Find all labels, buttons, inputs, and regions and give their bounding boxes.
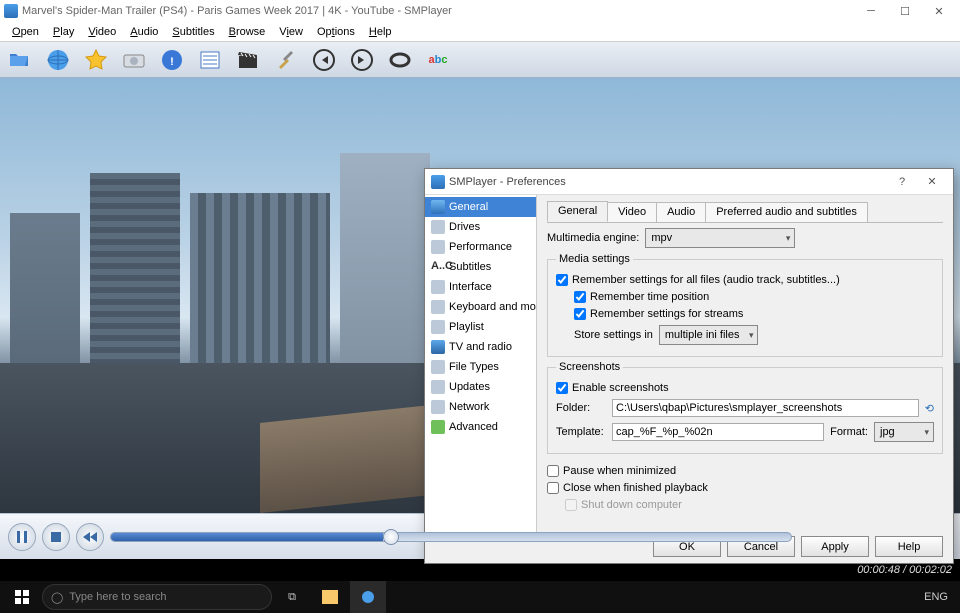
remember-all-check[interactable]: Remember settings for all files (audio t… [556, 274, 840, 286]
enable-screenshots-check[interactable]: Enable screenshots [556, 382, 669, 394]
time-display: 00:00:48 / 00:02:02 [857, 564, 952, 576]
screenshots-group: Screenshots Enable screenshots Folder: ⟲… [547, 361, 943, 454]
tab-audio[interactable]: Audio [656, 202, 706, 222]
format-label: Format: [830, 426, 868, 438]
explorer-icon[interactable] [312, 581, 348, 613]
remember-streams-check[interactable]: Remember settings for streams [574, 308, 743, 320]
nav-updates[interactable]: Updates [425, 377, 536, 397]
shutdown-check: Shut down computer [565, 499, 682, 511]
nav-general[interactable]: General [425, 197, 536, 217]
maximize-button[interactable]: ☐ [888, 0, 922, 22]
nav-performance[interactable]: Performance [425, 237, 536, 257]
prefs-nav: General Drives Performance A..CSubtitles… [425, 195, 537, 535]
store-label: Store settings in [574, 329, 653, 341]
cortana-icon: ◯ [51, 591, 63, 604]
menu-options[interactable]: Options [311, 24, 361, 40]
svg-text:!: ! [170, 56, 174, 68]
nav-filetypes[interactable]: File Types [425, 357, 536, 377]
repeat-icon[interactable] [388, 48, 412, 72]
folder-input[interactable] [612, 399, 919, 417]
globe-icon[interactable] [46, 48, 70, 72]
nav-subtitles[interactable]: A..CSubtitles [425, 257, 536, 277]
template-label: Template: [556, 426, 606, 438]
seek-bar[interactable] [110, 532, 792, 542]
format-combo[interactable]: jpg [874, 422, 934, 442]
app-icon [4, 4, 18, 18]
nav-advanced[interactable]: Advanced [425, 417, 536, 437]
menu-view[interactable]: View [273, 24, 309, 40]
start-button[interactable] [4, 581, 40, 613]
taskbar-search[interactable]: ◯ Type here to search [42, 584, 272, 610]
folder-label: Folder: [556, 402, 606, 414]
main-titlebar: Marvel's Spider-Man Trailer (PS4) - Pari… [0, 0, 960, 22]
prefs-titlebar[interactable]: SMPlayer - Preferences ? ✕ [425, 169, 953, 195]
smplayer-task-icon[interactable] [350, 581, 386, 613]
play-pause-button[interactable] [8, 523, 36, 551]
store-combo[interactable]: multiple ini files [659, 325, 759, 345]
prefs-tabs: General Video Audio Preferred audio and … [547, 201, 943, 223]
prev-track-icon[interactable] [312, 48, 336, 72]
preferences-dialog: SMPlayer - Preferences ? ✕ General Drive… [424, 168, 954, 564]
prefs-help-button[interactable]: ? [887, 170, 917, 194]
tab-preferred[interactable]: Preferred audio and subtitles [705, 202, 868, 222]
video-area[interactable]: SMPlayer - Preferences ? ✕ General Drive… [0, 78, 960, 513]
stop-button[interactable] [42, 523, 70, 551]
nav-interface[interactable]: Interface [425, 277, 536, 297]
search-placeholder: Type here to search [69, 591, 166, 603]
next-track-icon[interactable] [350, 48, 374, 72]
remember-time-check[interactable]: Remember time position [574, 291, 709, 303]
tab-general[interactable]: General [547, 201, 608, 222]
windows-taskbar: ◯ Type here to search ⧉ ENG [0, 581, 960, 613]
camera-icon[interactable] [122, 48, 146, 72]
menu-subtitles[interactable]: Subtitles [166, 24, 220, 40]
window-title: Marvel's Spider-Man Trailer (PS4) - Pari… [22, 5, 452, 17]
close-finished-check[interactable]: Close when finished playback [547, 482, 708, 494]
prefs-app-icon [431, 175, 445, 189]
media-legend: Media settings [556, 253, 633, 265]
pause-minimized-check[interactable]: Pause when minimized [547, 465, 676, 477]
task-view-icon[interactable]: ⧉ [274, 581, 310, 613]
menu-browse[interactable]: Browse [223, 24, 272, 40]
menu-video[interactable]: Video [82, 24, 122, 40]
list-icon[interactable] [198, 48, 222, 72]
system-tray: ENG [924, 591, 956, 603]
menu-open[interactable]: Open [6, 24, 45, 40]
media-settings-group: Media settings Remember settings for all… [547, 253, 943, 357]
menubar: Open Play Video Audio Subtitles Browse V… [0, 22, 960, 42]
close-button[interactable]: ✕ [922, 0, 956, 22]
browse-folder-icon[interactable]: ⟲ [925, 402, 934, 415]
rewind-button[interactable] [76, 523, 104, 551]
tools-icon[interactable] [274, 48, 298, 72]
tray-lang[interactable]: ENG [924, 591, 948, 603]
main-toolbar: ! abc [0, 42, 960, 78]
prefs-panel: General Video Audio Preferred audio and … [537, 195, 953, 535]
minimize-button[interactable]: ─ [854, 0, 888, 22]
screenshots-legend: Screenshots [556, 361, 623, 373]
menu-audio[interactable]: Audio [124, 24, 164, 40]
open-file-icon[interactable] [8, 48, 32, 72]
nav-network[interactable]: Network [425, 397, 536, 417]
tab-video[interactable]: Video [607, 202, 657, 222]
engine-label: Multimedia engine: [547, 232, 639, 244]
apply-button[interactable]: Apply [801, 536, 869, 557]
star-icon[interactable] [84, 48, 108, 72]
prefs-title: SMPlayer - Preferences [449, 176, 566, 188]
engine-combo[interactable]: mpv [645, 228, 795, 248]
nav-keyboard[interactable]: Keyboard and mouse [425, 297, 536, 317]
info-icon[interactable]: ! [160, 48, 184, 72]
nav-drives[interactable]: Drives [425, 217, 536, 237]
menu-play[interactable]: Play [47, 24, 80, 40]
clapper-icon[interactable] [236, 48, 260, 72]
nav-playlist[interactable]: Playlist [425, 317, 536, 337]
nav-tv[interactable]: TV and radio [425, 337, 536, 357]
help-button[interactable]: Help [875, 536, 943, 557]
abc-letters-icon[interactable]: abc [426, 48, 450, 72]
menu-help[interactable]: Help [363, 24, 398, 40]
template-input[interactable] [612, 423, 824, 441]
prefs-close-button[interactable]: ✕ [917, 170, 947, 194]
